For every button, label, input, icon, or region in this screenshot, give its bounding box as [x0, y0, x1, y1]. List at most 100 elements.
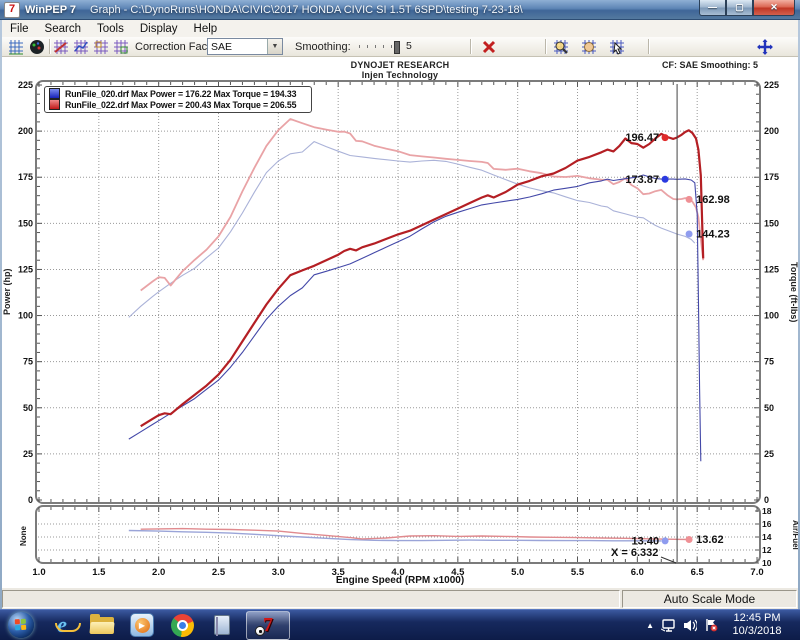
taskbar-calculator[interactable]: [207, 612, 237, 638]
chrome-icon: [171, 614, 194, 637]
run020-color-chip: [49, 88, 60, 99]
airfuel-tick-label: 12: [762, 545, 772, 555]
x-axis-title: Engine Speed (RPM x1000): [0, 575, 800, 586]
airfuel_run022-cursor-value: 13.62: [696, 534, 724, 546]
taskbar: e ▶ 7 ▲ 12:45 PM 10/3/2018: [0, 609, 800, 640]
power_run022-cursor-value: 196.47: [625, 132, 659, 144]
multi-graph-icon[interactable]: [112, 38, 130, 56]
status-bar: Auto Scale Mode: [0, 587, 800, 609]
calculator-icon: [214, 615, 230, 635]
zoom-graph-icon[interactable]: [552, 38, 570, 56]
close-button[interactable]: ✕: [753, 0, 795, 16]
speaker-icon[interactable]: [683, 619, 697, 632]
smoothing-slider[interactable]: [352, 41, 400, 52]
status-scale-mode: Auto Scale Mode: [622, 590, 797, 608]
power_run020-cursor-value: 173.87: [625, 174, 659, 186]
power-tick-label: 175: [18, 172, 33, 182]
pan-graph-icon[interactable]: [580, 38, 598, 56]
taskbar-media-player[interactable]: ▶: [127, 612, 157, 638]
gauge-sphere-icon[interactable]: [28, 38, 46, 56]
power_run022-cursor-dot: [662, 134, 669, 141]
menu-bar: File Search Tools Display Help: [0, 20, 800, 37]
toolbar-separator: [470, 39, 472, 54]
torque_run020-cursor-value: 144.23: [696, 228, 730, 240]
taskbar-winpep-active[interactable]: 7: [246, 611, 290, 640]
main-plot-box: [36, 81, 760, 503]
toolbar-separator: [49, 39, 51, 54]
torque-tick-label: 175: [764, 172, 779, 182]
clock-date: 10/3/2018: [724, 625, 790, 638]
chart-area: DYNOJET RESEARCH Injen Technology CF: SA…: [0, 57, 800, 587]
window-title-document: Graph - C:\DynoRuns\HONDA\CIVIC\2017 HON…: [90, 4, 693, 16]
chart-cf-smoothing-readout: CF: SAE Smoothing: 5: [662, 60, 758, 70]
legend-row-run022: RunFile_022.drf Max Power = 200.43 Max T…: [49, 99, 307, 110]
airfuel-tick-label: 18: [762, 506, 772, 516]
torque-tick-label: 100: [764, 311, 779, 321]
maximize-button[interactable]: ▢: [726, 0, 753, 16]
taskbar-internet-explorer[interactable]: e: [47, 612, 77, 638]
power-tick-label: 100: [18, 311, 33, 321]
chart-title-line2: Injen Technology: [0, 70, 800, 80]
graph-grid-icon[interactable]: [7, 38, 25, 56]
torque-tick-label: 50: [764, 403, 774, 413]
tray-expand-icon[interactable]: ▲: [646, 621, 654, 630]
torque_run022-cursor-value: 162.98: [696, 194, 730, 206]
torque-tick-label: 125: [764, 264, 779, 274]
power_run020-cursor-dot: [662, 176, 669, 183]
action-center-flag-icon[interactable]: [704, 618, 718, 632]
toolbar-separator: [545, 39, 547, 54]
power-tick-label: 75: [23, 357, 33, 367]
power-axis-title: Power (hp): [2, 217, 12, 367]
overlay-graph-icon[interactable]: [72, 38, 90, 56]
power-tick-label: 50: [23, 403, 33, 413]
power-tick-label: 25: [23, 449, 33, 459]
menu-display[interactable]: Display: [132, 22, 186, 36]
smoothing-slider-handle[interactable]: [394, 41, 400, 54]
menu-tools[interactable]: Tools: [89, 22, 132, 36]
legend-label-run022: RunFile_022.drf Max Power = 200.43 Max T…: [65, 100, 296, 110]
smoothing-label: Smoothing:: [295, 41, 351, 53]
status-cell-empty: [2, 590, 620, 608]
new-graph-icon[interactable]: [52, 38, 70, 56]
torque-tick-label: 0: [764, 495, 769, 505]
toolbar: Correction Factor: SAE ▼ Smoothing: 5: [0, 37, 800, 57]
none-axis-title: None: [19, 510, 28, 562]
taskbar-file-explorer[interactable]: [87, 612, 117, 638]
select-graph-icon[interactable]: [608, 38, 626, 56]
power-tick-label: 225: [18, 80, 33, 90]
crosshair-cursor-icon[interactable]: [756, 38, 774, 56]
taskbar-chrome[interactable]: [167, 612, 197, 638]
clock-time: 12:45 PM: [724, 612, 790, 625]
window-title-app: WinPEP 7: [25, 4, 76, 16]
delete-run-icon[interactable]: [480, 38, 498, 56]
torque_run022-cursor-dot: [686, 196, 693, 203]
menu-file[interactable]: File: [2, 22, 37, 36]
power-tick-label: 200: [18, 126, 33, 136]
airfuel_run022-cursor-dot: [686, 536, 693, 543]
legend-box[interactable]: RunFile_020.drf Max Power = 176.22 Max T…: [44, 86, 312, 113]
taskbar-clock[interactable]: 12:45 PM 10/3/2018: [724, 612, 790, 638]
chevron-down-icon[interactable]: ▼: [267, 39, 282, 54]
menu-search[interactable]: Search: [37, 22, 89, 36]
airfuel-tick-label: 16: [762, 519, 772, 529]
legend-label-run020: RunFile_020.drf Max Power = 176.22 Max T…: [65, 89, 296, 99]
minimize-button[interactable]: —: [699, 0, 726, 16]
window-frame-left: [0, 20, 2, 609]
torque-tick-label: 25: [764, 449, 774, 459]
correction-factor-dropdown[interactable]: SAE ▼: [207, 38, 283, 55]
title-bar: 7 WinPEP 7 Graph - C:\DynoRuns\HONDA\CIV…: [0, 0, 800, 20]
torque-tick-label: 225: [764, 80, 779, 90]
toolbar-separator: [648, 39, 650, 54]
smoothing-value: 5: [406, 40, 412, 52]
internet-explorer-icon: e: [57, 614, 67, 636]
power-tick-label: 125: [18, 264, 33, 274]
compare-graph-icon[interactable]: [92, 38, 110, 56]
dyno-chart-svg: 1.01.52.02.53.03.54.04.55.05.56.06.57.00…: [0, 57, 800, 587]
airfuel-tick-label: 14: [762, 532, 772, 542]
menu-help[interactable]: Help: [186, 22, 226, 36]
winpep-ball-icon: [255, 626, 265, 636]
network-icon[interactable]: [661, 619, 676, 632]
start-button[interactable]: [8, 612, 34, 638]
torque-tick-label: 150: [764, 218, 779, 228]
cursor-x-annotation: X = 6.332: [611, 547, 658, 559]
